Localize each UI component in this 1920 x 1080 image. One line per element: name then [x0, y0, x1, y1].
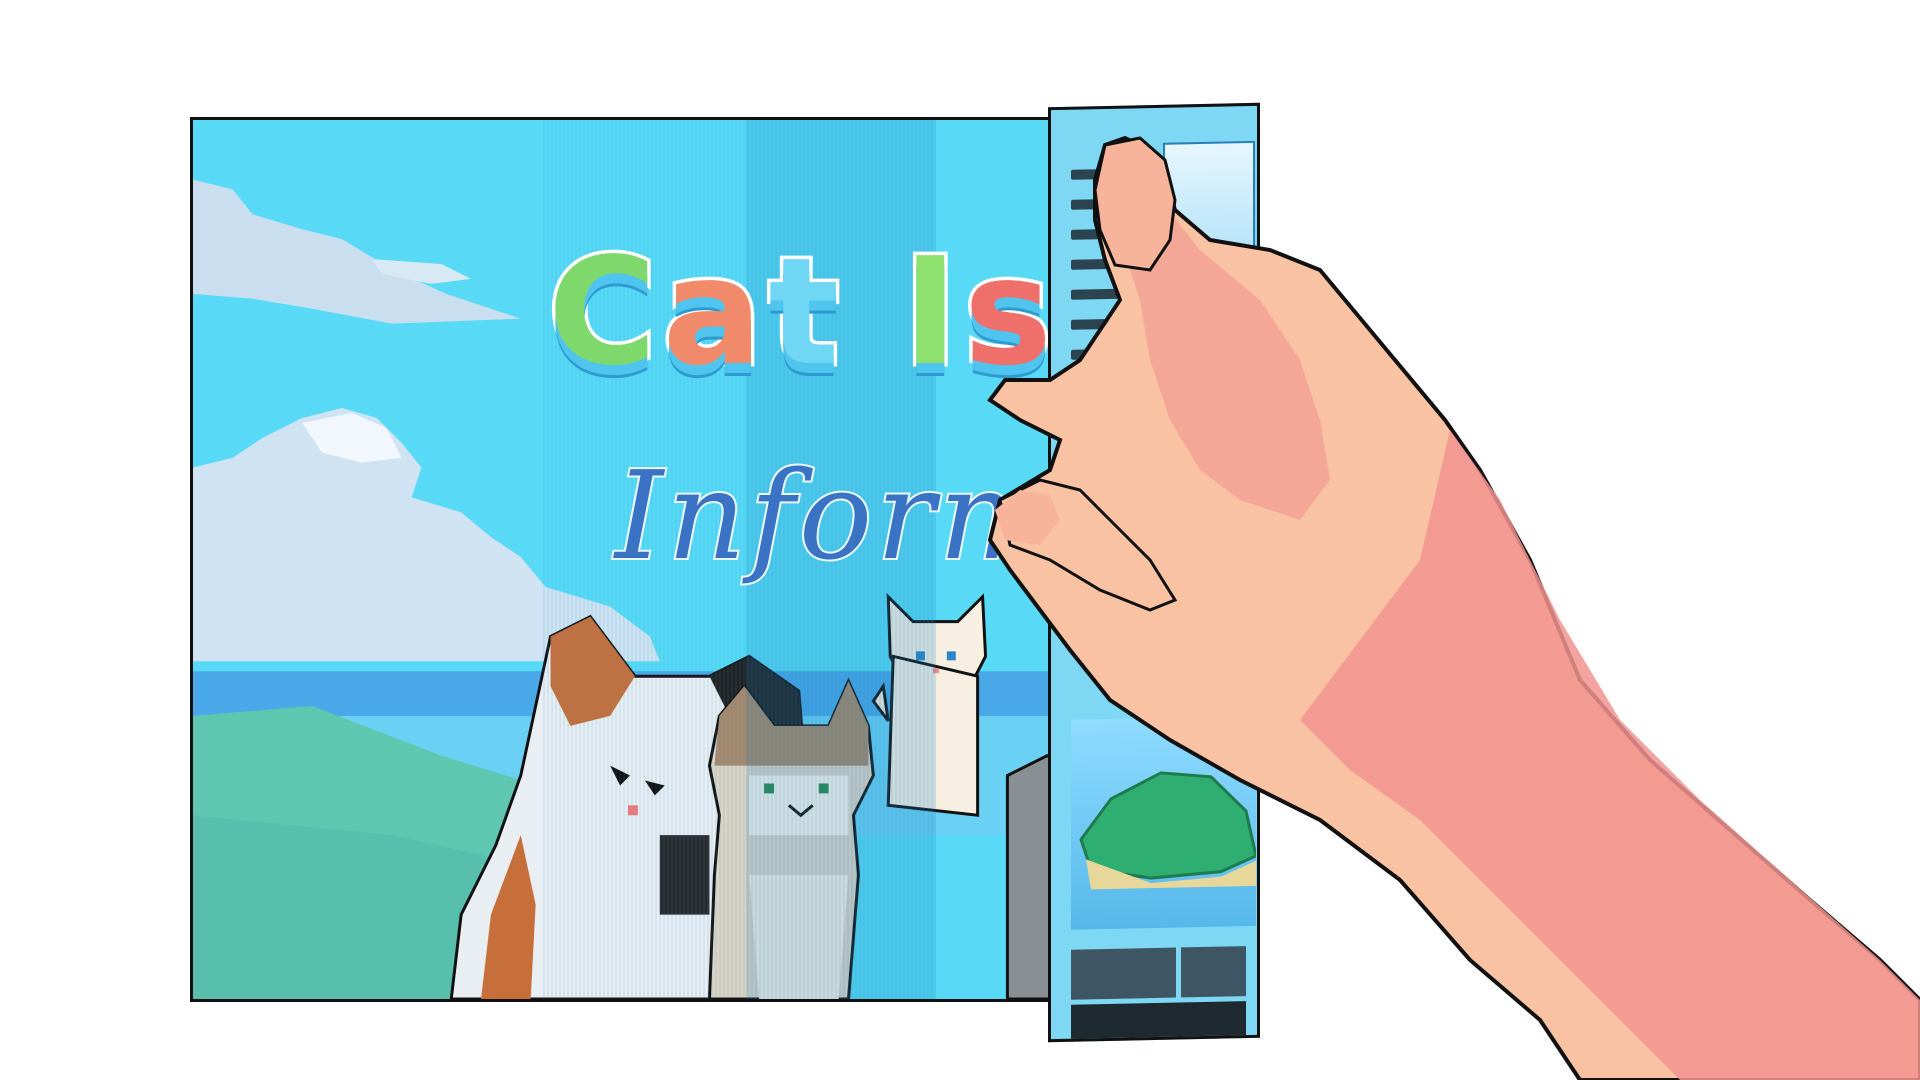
island-map-image	[1071, 715, 1258, 930]
blurred-text-line	[1071, 398, 1146, 410]
blurred-text-line	[1161, 546, 1231, 558]
island-icon	[1079, 771, 1258, 890]
blurred-text-line	[1161, 426, 1236, 438]
blurred-text-line	[1071, 168, 1151, 180]
title-letter	[845, 226, 903, 398]
brochure-back-panel[interactable]	[1048, 102, 1260, 1043]
blurred-text-line	[1071, 317, 1156, 330]
title-letter: I	[899, 226, 964, 398]
brochure-subtitle: Inform	[613, 443, 1059, 589]
blurred-text-line	[1161, 576, 1221, 588]
blurred-text-line	[1071, 197, 1156, 210]
photo-thumbnail	[1163, 140, 1255, 317]
blurred-text-line	[1161, 486, 1231, 498]
blurred-text-line	[1071, 348, 1141, 360]
game-scene: Cat Is Inform	[0, 0, 1920, 1080]
title-letter: a	[659, 226, 769, 398]
blurred-text-line	[1161, 516, 1241, 528]
cat-island-brochure[interactable]: Cat Is Inform	[190, 117, 1070, 1002]
blurred-text-line	[1161, 456, 1241, 468]
info-blocks	[1071, 946, 1251, 1043]
title-letter: t	[765, 226, 846, 398]
title-letter: C	[545, 226, 663, 398]
blurred-text-line	[1071, 428, 1151, 440]
blurred-text-line	[1071, 288, 1146, 300]
blurred-text-line	[1071, 258, 1151, 270]
blurred-text-line	[1071, 487, 1156, 500]
title-letter: s	[960, 226, 1058, 398]
blurred-text-line	[1071, 228, 1141, 240]
blurred-text-line	[1071, 458, 1141, 470]
brochure-title: Cat Is	[545, 235, 1058, 390]
blurred-text-line	[1161, 396, 1231, 408]
blurred-text-line	[1071, 548, 1151, 560]
blurred-text-line	[1071, 518, 1146, 530]
